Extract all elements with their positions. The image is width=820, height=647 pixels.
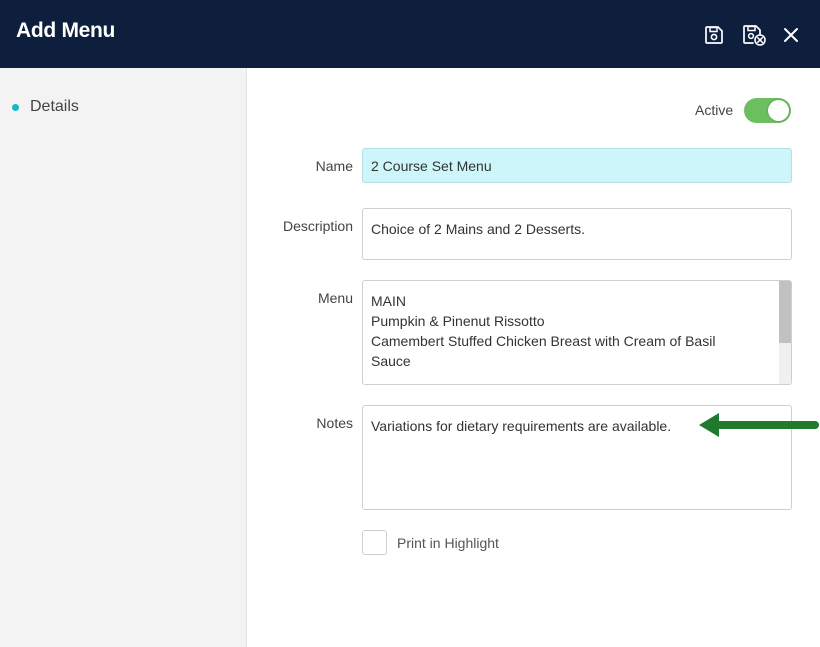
print-highlight-checkbox[interactable] (362, 530, 387, 555)
save-icon (705, 26, 723, 44)
annotation-arrow-icon (699, 413, 819, 437)
print-highlight-label: Print in Highlight (397, 535, 499, 551)
sidebar-item-details[interactable]: Details (12, 98, 79, 116)
name-label: Name (315, 158, 353, 174)
details-form: Active Name 2 Course Set Menu Descriptio… (247, 68, 820, 647)
save-close-icon (743, 25, 766, 46)
menu-line: Camembert Stuffed Chicken Breast with Cr… (371, 333, 716, 349)
save-button[interactable] (701, 22, 727, 48)
description-label: Description (282, 218, 353, 234)
menu-line: MAIN (371, 293, 406, 309)
save-close-button[interactable] (741, 22, 767, 48)
menu-line: Pumpkin & Pinenut Rissotto (371, 313, 545, 329)
close-icon (784, 28, 798, 42)
header-bar: Add Menu (0, 0, 820, 68)
menu-line: Sauce (371, 353, 411, 369)
menu-scrollbar-thumb[interactable] (779, 281, 791, 343)
sidebar: Details (0, 68, 247, 647)
page-title: Add Menu (16, 19, 116, 42)
toggle-knob (768, 100, 789, 121)
notes-label: Notes (316, 415, 353, 431)
sidebar-item-label: Details (30, 98, 79, 115)
close-button[interactable] (778, 22, 804, 48)
description-input[interactable]: Choice of 2 Mains and 2 Desserts. (362, 208, 792, 260)
active-dot-icon (12, 103, 19, 111)
menu-textarea[interactable]: MAIN Pumpkin & Pinenut Rissotto Camember… (362, 280, 792, 385)
active-toggle[interactable] (744, 98, 791, 123)
active-label: Active (695, 102, 734, 118)
menu-label: Menu (317, 290, 353, 306)
name-input[interactable]: 2 Course Set Menu (362, 148, 792, 183)
menu-scrollbar[interactable] (779, 281, 791, 384)
